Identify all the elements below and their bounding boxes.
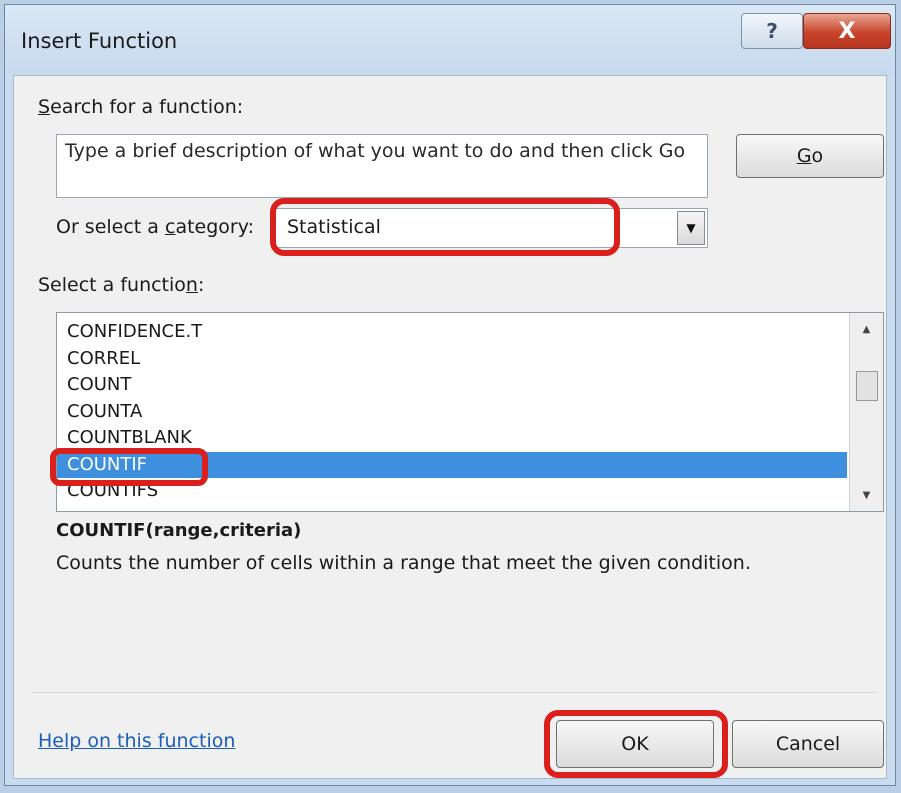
function-list-item[interactable]: COUNT (57, 372, 847, 398)
scroll-thumb[interactable] (856, 371, 878, 401)
search-label: Search for a function: (38, 96, 244, 118)
list-scrollbar[interactable]: ▲ ▼ (849, 313, 883, 511)
function-list-item[interactable]: COUNTIFS (57, 478, 847, 504)
search-input[interactable]: Type a brief description of what you wan… (56, 134, 708, 198)
function-list-item[interactable]: COUNTA (57, 399, 847, 425)
category-select[interactable]: Statistical ▼ (274, 208, 708, 248)
title-bar[interactable]: Insert Function ? X (5, 5, 895, 75)
function-listbox[interactable]: CONFIDENCE.T CORREL COUNT COUNTA COUNTBLANK C… (56, 312, 884, 512)
divider (32, 692, 876, 693)
function-list-item[interactable]: CORREL (57, 346, 847, 372)
cancel-button[interactable]: Cancel (732, 720, 884, 768)
function-description: Counts the number of cells within a rang… (56, 552, 751, 574)
function-list-item[interactable]: COUNTIF (57, 451, 847, 478)
close-button[interactable]: X (803, 13, 891, 49)
scroll-up-icon[interactable]: ▲ (850, 315, 883, 343)
question-mark-icon: ? (766, 19, 778, 43)
go-button[interactable]: Go (736, 134, 884, 178)
scroll-down-icon[interactable]: ▼ (850, 481, 883, 509)
insert-function-dialog: Insert Function ? X Search for a functio… (4, 4, 896, 786)
function-list-label: Select a function: (38, 274, 205, 296)
category-selected-value: Statistical (287, 216, 381, 238)
help-on-function-link[interactable]: Help on this function (38, 730, 235, 752)
category-label: Or select a category: (56, 216, 254, 238)
function-list-item[interactable]: COUNTBLANK (57, 425, 847, 451)
function-list-item[interactable]: CONFIDENCE.T (57, 319, 847, 345)
dropdown-arrow-icon[interactable]: ▼ (677, 211, 705, 245)
help-button[interactable]: ? (741, 13, 803, 49)
function-signature: COUNTIF(range,criteria) (56, 520, 302, 541)
close-icon: X (838, 18, 856, 44)
ok-button[interactable]: OK (556, 720, 714, 768)
dialog-content: Search for a function: Type a brief desc… (13, 75, 887, 779)
dialog-title: Insert Function (21, 29, 178, 53)
